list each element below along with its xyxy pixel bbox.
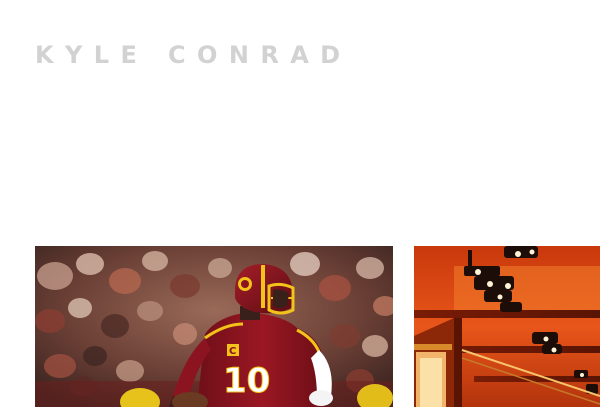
gallery-item-ceiling-photo[interactable] (414, 246, 600, 407)
svg-text:C: C (229, 346, 236, 357)
site-title[interactable]: KYLE CONRAD (35, 40, 352, 70)
gallery-item-football-photo[interactable]: 10 C (35, 246, 393, 407)
football-player-photo: 10 C (35, 246, 393, 407)
svg-text:10: 10 (223, 361, 270, 401)
ceiling-lights-photo (414, 246, 600, 407)
photo-gallery: 10 C (0, 246, 600, 407)
